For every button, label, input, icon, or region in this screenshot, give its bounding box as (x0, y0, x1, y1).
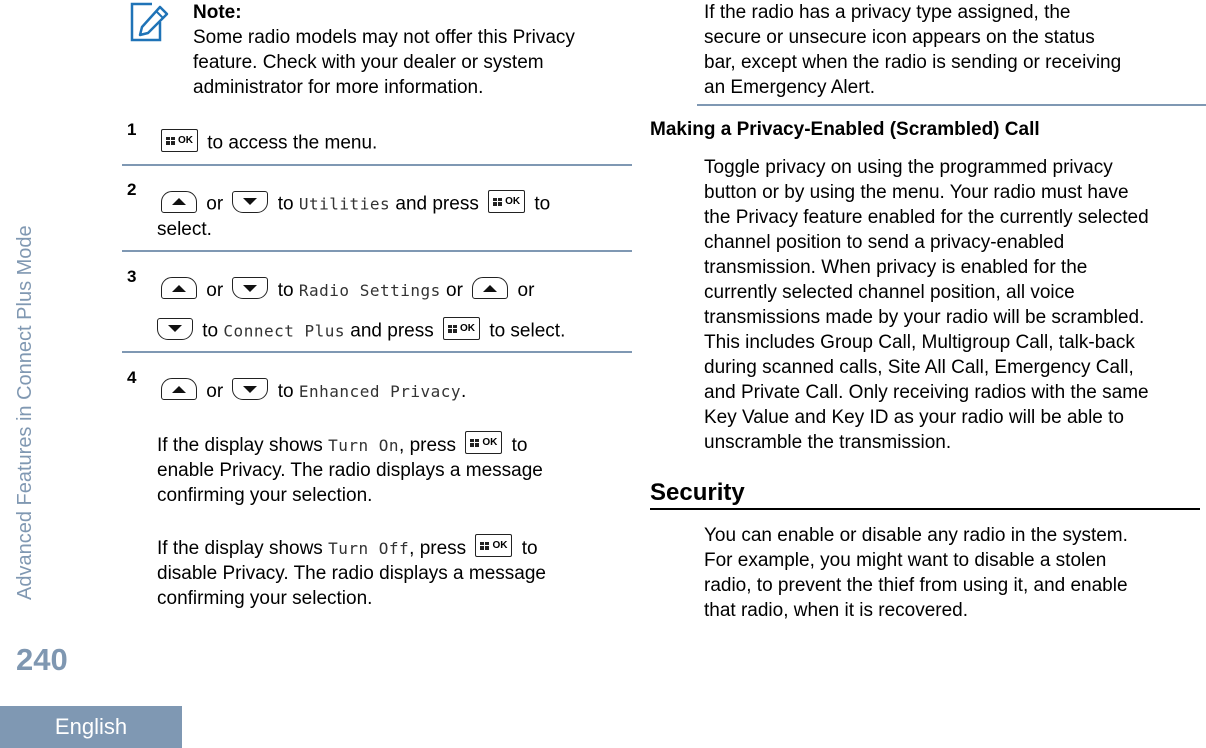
language-label: English (54, 714, 128, 739)
section-title-vertical: Advanced Features in Connect Plus Mode (14, 225, 36, 600)
note-line: Some radio models may not offer this Pri… (193, 27, 575, 48)
heading-rule (650, 508, 1200, 510)
step-divider (122, 351, 632, 353)
up-arrow-key-icon (472, 277, 509, 299)
step-2-line2: select. (157, 219, 212, 240)
up-arrow-key-icon (161, 277, 197, 299)
language-tab: English (0, 706, 182, 748)
note-line: feature. Check with your dealer or syste… (193, 52, 544, 73)
menu-item-name: Connect Plus (223, 321, 346, 341)
pencil-note-icon (130, 2, 170, 42)
down-arrow-key-icon (232, 190, 269, 213)
up-arrow-key-icon (161, 378, 197, 400)
scrambled-call-paragraph: Toggle privacy on using the programmed p… (704, 157, 1149, 453)
turn-on-paragraph: If the display shows Turn On, press OK t… (157, 431, 627, 508)
menu-item-name: Radio Settings (298, 281, 441, 301)
section-divider (697, 104, 1206, 106)
step-number: 3 (127, 267, 137, 286)
menu-ok-key-icon: OK (443, 317, 481, 340)
down-arrow-key-icon (232, 378, 269, 400)
step-2-text: or to Utilities and press OK to (157, 190, 550, 216)
security-paragraph: You can enable or disable any radio in t… (704, 525, 1128, 621)
display-value: Turn On (328, 436, 400, 455)
scrambled-call-heading: Making a Privacy-Enabled (Scrambled) Cal… (650, 119, 1040, 140)
menu-ok-key-icon: OK (475, 534, 513, 558)
status-bar-paragraph: If the radio has a privacy type assigned… (704, 2, 1122, 98)
step-number: 1 (127, 120, 137, 139)
note-line: administrator for more information. (193, 77, 484, 98)
menu-item-name: Enhanced Privacy (298, 382, 462, 402)
security-heading: Security (650, 479, 745, 506)
step-number: 2 (127, 180, 137, 199)
menu-ok-key-icon: OK (488, 190, 526, 213)
step-divider (122, 164, 632, 166)
step-3-text: or to Radio Settings or or (157, 277, 534, 302)
step-4-text: or to Enhanced Privacy. (157, 378, 466, 403)
page-number: 240 (16, 642, 68, 677)
menu-ok-key-icon: OK (465, 431, 503, 455)
display-value: Turn Off (328, 539, 410, 558)
menu-item-name: Utilities (298, 194, 391, 214)
menu-ok-key-icon: OK (161, 129, 198, 152)
turn-off-paragraph: If the display shows Turn Off, press OK … (157, 534, 627, 611)
down-arrow-key-icon (157, 317, 193, 340)
step-3-line2: to Connect Plus and press OK to select. (153, 317, 565, 343)
up-arrow-key-icon (161, 190, 197, 213)
step-number: 4 (127, 368, 137, 387)
down-arrow-key-icon (232, 277, 269, 299)
note-label: Note: (193, 2, 242, 23)
step-1-text: OK to access the menu. (157, 129, 377, 155)
note-block: Note: Some radio models may not offer th… (193, 0, 623, 100)
step-divider (122, 250, 632, 252)
